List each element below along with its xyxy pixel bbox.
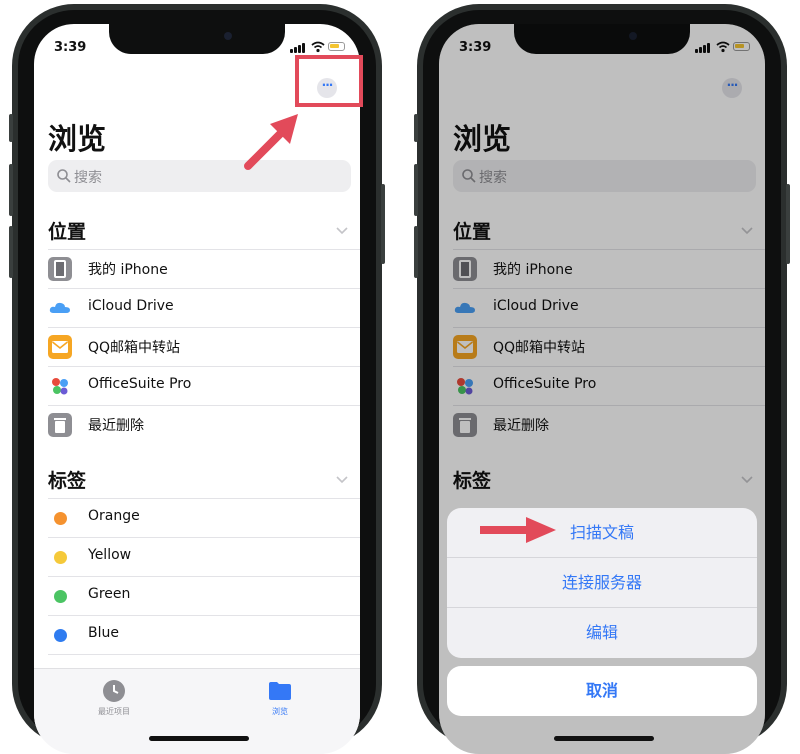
tag-item-yellow[interactable]: Yellow bbox=[48, 537, 360, 576]
status-time: 3:39 bbox=[54, 40, 87, 55]
arrow-icon bbox=[480, 517, 556, 543]
chevron-down-icon[interactable] bbox=[334, 226, 350, 236]
clock-icon bbox=[103, 680, 125, 702]
search-input[interactable]: 搜索 bbox=[48, 160, 351, 192]
trash-icon bbox=[48, 413, 72, 437]
icloud-icon bbox=[49, 302, 70, 313]
tag-item-blue[interactable]: Blue bbox=[48, 615, 360, 654]
cancel-button[interactable]: 取消 bbox=[447, 666, 757, 716]
home-indicator bbox=[149, 736, 249, 741]
location-label: QQ邮箱中转站 bbox=[88, 340, 181, 356]
tag-label: Orange bbox=[88, 508, 140, 524]
location-item-officesuite[interactable]: OfficeSuite Pro bbox=[48, 366, 360, 405]
tag-label: Yellow bbox=[88, 547, 132, 563]
folder-icon bbox=[269, 682, 291, 700]
wifi-icon bbox=[311, 41, 325, 53]
tab-browse-label: 浏览 bbox=[272, 707, 288, 716]
tag-color-dot bbox=[54, 629, 67, 642]
page-title: 浏览 bbox=[48, 122, 107, 156]
phone-left: 3:39 ··· 浏览 搜索 位置 我的 iPhone iCloud Drive… bbox=[9, 4, 385, 754]
search-icon bbox=[57, 169, 71, 183]
tags-header: 标签 bbox=[48, 470, 87, 492]
highlight-box bbox=[295, 55, 363, 107]
location-label: 最近删除 bbox=[88, 418, 144, 434]
tag-color-dot bbox=[54, 512, 67, 525]
location-item-iphone[interactable]: 我的 iPhone bbox=[48, 249, 360, 288]
connect-server-button[interactable]: 连接服务器 bbox=[447, 558, 757, 608]
iphone-icon bbox=[48, 257, 72, 281]
home-indicator bbox=[554, 736, 654, 741]
tab-recents[interactable]: 最近项目 bbox=[74, 679, 154, 717]
signal-icon bbox=[290, 43, 306, 53]
tag-label: Blue bbox=[88, 625, 119, 641]
location-item-recently-deleted[interactable]: 最近删除 bbox=[48, 405, 360, 444]
locations-header: 位置 bbox=[48, 221, 87, 243]
tag-color-dot bbox=[54, 590, 67, 603]
qq-mail-icon bbox=[48, 335, 72, 359]
phone-right: 3:39 ··· 浏览 搜索 位置 我的 iPhone iCloud Drive… bbox=[414, 4, 790, 754]
location-label: iCloud Drive bbox=[88, 298, 174, 314]
location-item-qq-mail[interactable]: QQ邮箱中转站 bbox=[48, 327, 360, 366]
tab-bar: 最近项目 浏览 bbox=[34, 668, 360, 754]
search-placeholder: 搜索 bbox=[74, 170, 102, 186]
tag-color-dot bbox=[54, 551, 67, 564]
tag-item-orange[interactable]: Orange bbox=[48, 498, 360, 537]
location-label: OfficeSuite Pro bbox=[88, 376, 192, 392]
location-item-icloud[interactable]: iCloud Drive bbox=[48, 288, 360, 327]
tag-label: Green bbox=[88, 586, 131, 602]
edit-button[interactable]: 编辑 bbox=[447, 608, 757, 658]
arrow-icon bbox=[244, 114, 298, 170]
battery-icon bbox=[328, 42, 345, 51]
location-label: 我的 iPhone bbox=[88, 262, 168, 278]
tab-recents-label: 最近项目 bbox=[98, 707, 130, 716]
chevron-down-icon[interactable] bbox=[334, 475, 350, 485]
screen-browse-with-sheet: 3:39 ··· 浏览 搜索 位置 我的 iPhone iCloud Drive… bbox=[439, 24, 765, 754]
notch bbox=[109, 24, 285, 54]
officesuite-icon bbox=[52, 378, 68, 395]
tab-browse[interactable]: 浏览 bbox=[240, 679, 320, 717]
status-icons bbox=[290, 41, 346, 53]
tag-item-green[interactable]: Green bbox=[48, 576, 360, 615]
screen-browse: 3:39 ··· 浏览 搜索 位置 我的 iPhone iCloud Drive… bbox=[34, 24, 360, 754]
